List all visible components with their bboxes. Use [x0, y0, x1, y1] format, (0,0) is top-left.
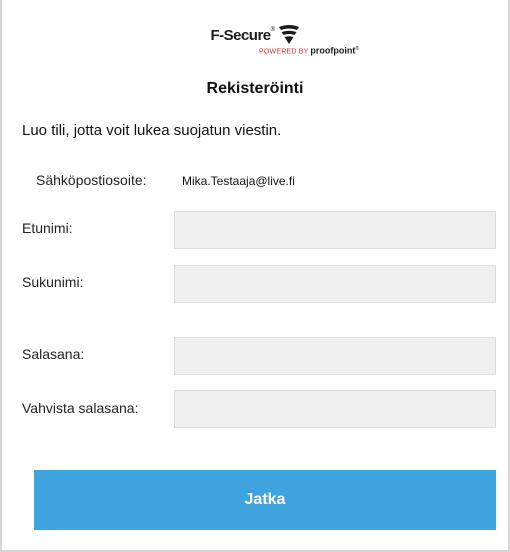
- confirm-password-label: Vahvista salasana:: [22, 400, 139, 416]
- registration-panel: F-Secure® POWERED BY proofpoint® Rekiste…: [0, 0, 510, 552]
- lastname-label: Sukunimi:: [22, 274, 84, 290]
- continue-button[interactable]: Jatka: [34, 470, 496, 530]
- firstname-input[interactable]: [174, 211, 496, 249]
- page-title: Rekisteröinti: [206, 80, 304, 97]
- firstname-label: Etunimi:: [22, 220, 73, 236]
- intro-text: Luo tili, jotta voit lukea suojatun vies…: [22, 122, 282, 139]
- fsecure-shield-icon: [278, 25, 300, 45]
- confirm-password-input[interactable]: [174, 390, 496, 428]
- brand-name: F-Secure®: [210, 26, 275, 44]
- proofpoint-mark: ®: [355, 46, 360, 52]
- password-input[interactable]: [174, 337, 496, 375]
- fsecure-logo: F-Secure®: [210, 24, 299, 46]
- powered-by-text: POWERED BY: [259, 48, 309, 56]
- password-label: Salasana:: [22, 346, 85, 362]
- brand-trademark: ®: [270, 26, 275, 33]
- brand-name-text: F-Secure: [210, 26, 271, 44]
- lastname-input[interactable]: [174, 265, 496, 303]
- brand-header: F-Secure® POWERED BY proofpoint®: [2, 24, 508, 55]
- email-label: Sähköpostiosoite:: [36, 172, 147, 188]
- email-value: Mika.Testaaja@live.fi: [182, 174, 295, 188]
- powered-by-proofpoint: POWERED BY proofpoint®: [259, 45, 359, 56]
- proofpoint-logo-text: proofpoint: [310, 45, 356, 56]
